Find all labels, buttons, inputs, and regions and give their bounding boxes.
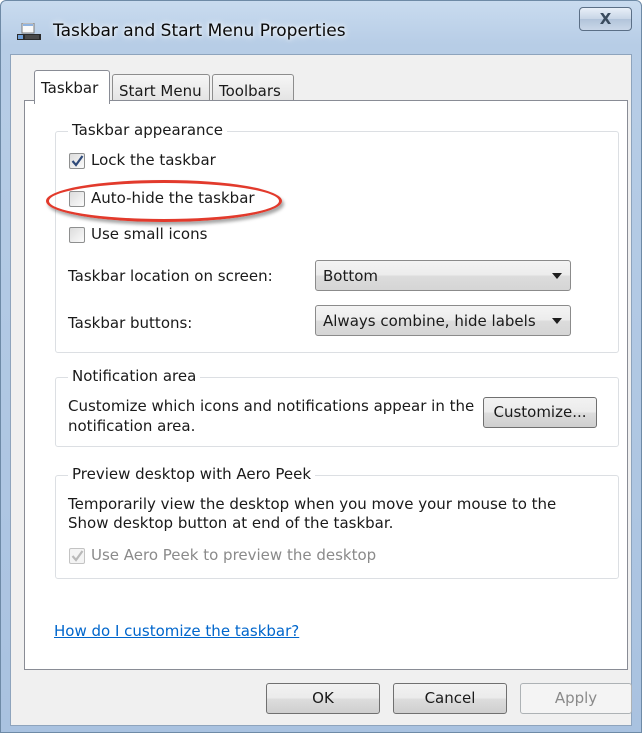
title-bar[interactable]: Taskbar and Start Menu Properties X (1, 1, 641, 55)
apply-button[interactable]: Apply (520, 683, 632, 714)
taskbar-buttons-value: Always combine, hide labels (323, 312, 536, 330)
taskbar-location-dropdown[interactable]: Bottom (315, 260, 571, 291)
lock-taskbar-label[interactable]: Lock the taskbar (91, 151, 216, 169)
notification-text-line2: notification area. (68, 417, 196, 435)
help-link[interactable]: How do I customize the taskbar? (54, 622, 299, 640)
aero-peek-title: Preview desktop with Aero Peek (68, 465, 316, 483)
close-icon: X (599, 10, 612, 28)
dropdown-arrow-icon (552, 273, 562, 279)
customize-button[interactable]: Customize... (483, 397, 597, 428)
small-icons-label[interactable]: Use small icons (91, 225, 207, 243)
tab-start-menu[interactable]: Start Menu (112, 74, 210, 103)
tab-toolbars-label: Toolbars (219, 82, 281, 100)
aero-peek-label: Use Aero Peek to preview the desktop (91, 546, 377, 564)
aero-peek-text-line1: Temporarily view the desktop when you mo… (68, 495, 557, 513)
taskbar-window-icon (17, 22, 41, 41)
customize-button-label: Customize... (493, 403, 587, 421)
ok-button[interactable]: OK (266, 683, 380, 714)
taskbar-buttons-dropdown[interactable]: Always combine, hide labels (315, 305, 571, 336)
taskbar-appearance-title: Taskbar appearance (68, 121, 228, 139)
autohide-taskbar-checkbox[interactable] (69, 191, 85, 207)
dropdown-arrow-icon (552, 318, 562, 324)
tab-start-menu-label: Start Menu (119, 82, 202, 100)
ok-button-label: OK (312, 689, 334, 707)
tab-taskbar[interactable]: Taskbar (34, 70, 110, 104)
checkmark-icon (71, 155, 84, 167)
aero-peek-checkbox[interactable] (69, 548, 85, 564)
notification-area-title: Notification area (68, 367, 201, 385)
lock-taskbar-checkbox[interactable] (69, 153, 85, 169)
close-button[interactable]: X (579, 7, 632, 31)
tab-taskbar-label: Taskbar (41, 79, 99, 97)
apply-button-label: Apply (554, 689, 598, 707)
tab-panel-taskbar: Taskbar appearance Lock the taskbar Auto… (24, 100, 628, 670)
window-title: Taskbar and Start Menu Properties (53, 21, 346, 41)
small-icons-checkbox[interactable] (69, 227, 85, 243)
taskbar-location-value: Bottom (323, 267, 379, 285)
cancel-button-label: Cancel (424, 689, 476, 707)
tab-toolbars[interactable]: Toolbars (212, 74, 294, 103)
taskbar-buttons-label: Taskbar buttons: (68, 314, 193, 332)
checkmark-icon (71, 550, 84, 562)
taskbar-location-label: Taskbar location on screen: (68, 267, 273, 285)
aero-peek-text-line2: Show desktop button at end of the taskba… (68, 514, 394, 532)
notification-text-line1: Customize which icons and notifications … (68, 397, 475, 415)
cancel-button[interactable]: Cancel (393, 683, 507, 714)
autohide-taskbar-label[interactable]: Auto-hide the taskbar (91, 189, 255, 207)
